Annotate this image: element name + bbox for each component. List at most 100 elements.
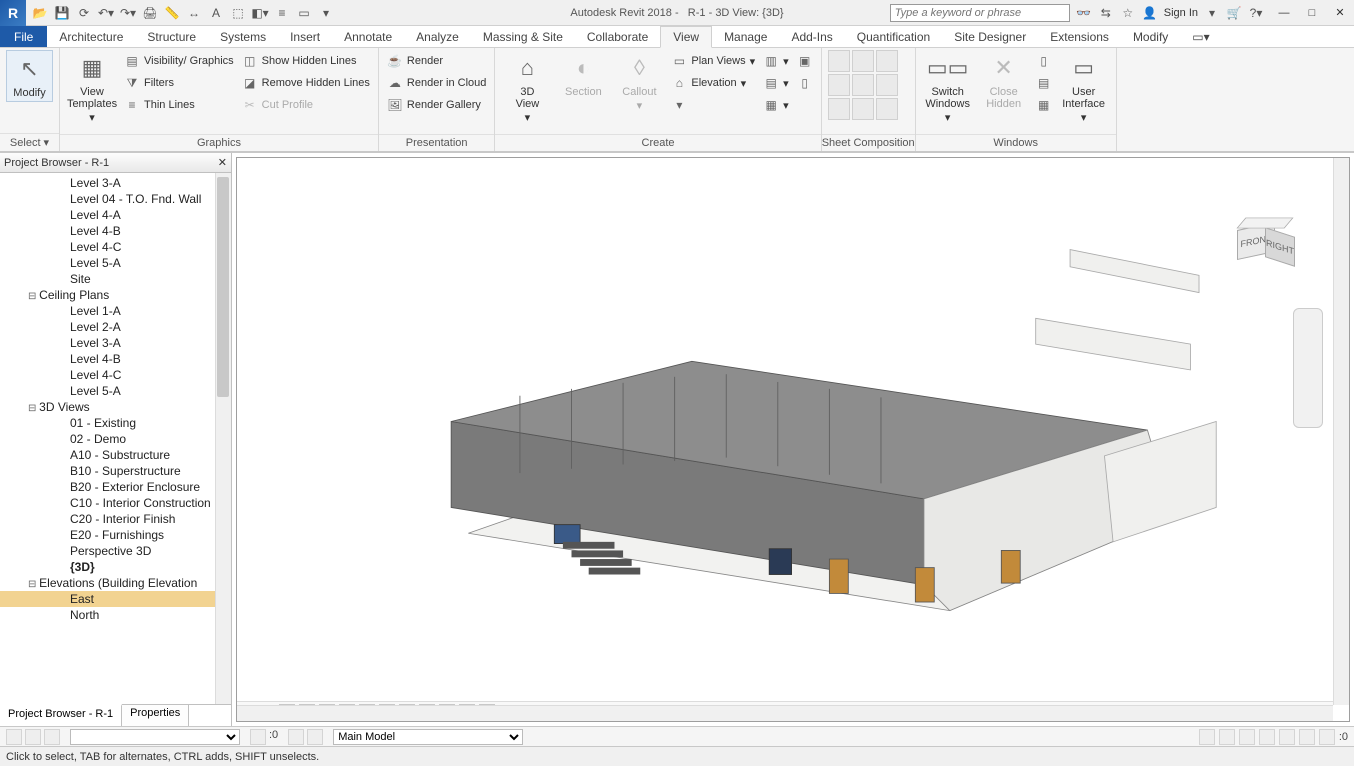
select-face-icon[interactable] bbox=[1259, 729, 1275, 745]
tree-item[interactable]: C10 - Interior Construction bbox=[0, 495, 231, 511]
view-templates-button[interactable]: ▦ View Templates▾ bbox=[66, 50, 118, 126]
sync-icon[interactable]: ⟳ bbox=[76, 5, 92, 21]
tab-file[interactable]: File bbox=[0, 26, 47, 47]
tree-item[interactable]: Level 5-A bbox=[0, 383, 231, 399]
tab-view[interactable]: View bbox=[660, 26, 712, 48]
model-groups-icon[interactable] bbox=[288, 729, 304, 745]
search-input[interactable] bbox=[890, 4, 1070, 22]
canvas-scrollbar-horizontal[interactable] bbox=[237, 705, 1333, 721]
tree-scrollbar[interactable] bbox=[215, 173, 231, 704]
select-pinned-icon[interactable] bbox=[1239, 729, 1255, 745]
visibility-graphics-button[interactable]: ▤Visibility/ Graphics bbox=[122, 50, 236, 72]
tab-collaborate[interactable]: Collaborate bbox=[575, 26, 660, 47]
tree-item[interactable]: {3D} bbox=[0, 559, 231, 575]
schedules-button[interactable]: ▦▾ bbox=[761, 94, 791, 116]
panel-create-title[interactable]: Create bbox=[495, 134, 820, 151]
tab-site-designer[interactable]: Site Designer bbox=[942, 26, 1038, 47]
sheet-b-icon[interactable] bbox=[852, 98, 874, 120]
select-links-icon[interactable] bbox=[1199, 729, 1215, 745]
tile-button[interactable]: ▦ bbox=[1034, 94, 1054, 116]
panel-graphics-title[interactable]: Graphics bbox=[60, 134, 378, 151]
close-button[interactable]: ✕ bbox=[1326, 1, 1354, 25]
tab-insert[interactable]: Insert bbox=[278, 26, 332, 47]
thin-lines-icon[interactable]: ≡ bbox=[274, 5, 290, 21]
navigation-bar[interactable] bbox=[1293, 308, 1323, 428]
tab-analyze[interactable]: Analyze bbox=[404, 26, 471, 47]
viewcube-top[interactable] bbox=[1236, 218, 1293, 229]
filters-button[interactable]: ⧩Filters bbox=[122, 72, 236, 94]
help-icon[interactable]: ?▾ bbox=[1248, 5, 1264, 21]
project-browser-tree[interactable]: Level 3-ALevel 04 - T.O. Fnd. WallLevel … bbox=[0, 173, 231, 704]
favorite-icon[interactable]: ☆ bbox=[1120, 5, 1136, 21]
editing-requests-icon[interactable] bbox=[25, 729, 41, 745]
tree-item[interactable]: Level 4-B bbox=[0, 351, 231, 367]
tree-item[interactable]: North bbox=[0, 607, 231, 623]
sheet-new-icon[interactable] bbox=[828, 50, 850, 72]
tree-item[interactable]: Level 2-A bbox=[0, 319, 231, 335]
user-interface-button[interactable]: ▭User Interface▾ bbox=[1058, 50, 1110, 126]
background-processes-icon[interactable] bbox=[1299, 729, 1315, 745]
revit-logo-icon[interactable]: R bbox=[0, 0, 26, 26]
panel-sheet-title[interactable]: Sheet Composition bbox=[822, 134, 915, 151]
tab-extensions[interactable]: Extensions bbox=[1038, 26, 1121, 47]
tree-item[interactable]: 01 - Existing bbox=[0, 415, 231, 431]
sheet-rev-icon[interactable] bbox=[828, 74, 850, 96]
tree-item[interactable]: Site bbox=[0, 271, 231, 287]
tab-add-ins[interactable]: Add-Ins bbox=[779, 26, 844, 47]
tree-item[interactable]: B20 - Exterior Enclosure bbox=[0, 479, 231, 495]
switch-windows-button[interactable]: ▭▭Switch Windows▾ bbox=[922, 50, 974, 126]
3d-view-button[interactable]: ⌂3D View▾ bbox=[501, 50, 553, 126]
elevation-button[interactable]: ⌂Elevation ▾ bbox=[669, 72, 757, 94]
sheet-view-icon[interactable] bbox=[852, 50, 874, 72]
legends-button[interactable]: ▤▾ bbox=[761, 72, 791, 94]
chevron-down-icon[interactable]: ▾ bbox=[1204, 5, 1220, 21]
panel-select-title[interactable]: Select ▾ bbox=[0, 133, 59, 151]
user-icon[interactable]: 👤 bbox=[1142, 5, 1158, 21]
tab-modify[interactable]: Modify bbox=[1121, 26, 1180, 47]
tab-quantification[interactable]: Quantification bbox=[845, 26, 942, 47]
tab-manage[interactable]: Manage bbox=[712, 26, 779, 47]
3d-canvas[interactable]: FRONT RIGHT bbox=[237, 158, 1333, 705]
measure-icon[interactable]: 📏 bbox=[164, 5, 180, 21]
section-icon[interactable]: ◧▾ bbox=[252, 5, 268, 21]
undo-icon[interactable]: ↶▾ bbox=[98, 5, 114, 21]
tree-item[interactable]: Perspective 3D bbox=[0, 543, 231, 559]
view-cube[interactable]: FRONT RIGHT bbox=[1213, 208, 1293, 288]
tree-item[interactable]: C20 - Interior Finish bbox=[0, 511, 231, 527]
workset-icon[interactable] bbox=[6, 729, 22, 745]
panel-tab-properties[interactable]: Properties bbox=[122, 705, 189, 726]
tab-systems[interactable]: Systems bbox=[208, 26, 278, 47]
minimize-button[interactable]: — bbox=[1270, 1, 1298, 25]
tree-item[interactable]: Level 5-A bbox=[0, 255, 231, 271]
sign-in-link[interactable]: Sign In bbox=[1164, 7, 1198, 19]
tab-massing-site[interactable]: Massing & Site bbox=[471, 26, 575, 47]
tree-group[interactable]: Ceiling Plans bbox=[0, 287, 231, 303]
sheet-c-icon[interactable] bbox=[876, 98, 898, 120]
maximize-button[interactable]: □ bbox=[1298, 1, 1326, 25]
drag-elements-icon[interactable] bbox=[1279, 729, 1295, 745]
tree-item[interactable]: Level 1-A bbox=[0, 303, 231, 319]
tree-item[interactable]: East bbox=[0, 591, 231, 607]
replicate-button[interactable]: ▯ bbox=[1034, 50, 1054, 72]
show-hidden-lines-button[interactable]: ◫Show Hidden Lines bbox=[240, 50, 372, 72]
filter-icon2[interactable] bbox=[1319, 729, 1335, 745]
active-only-icon[interactable] bbox=[250, 729, 266, 745]
close-inactive-icon[interactable]: ▭ bbox=[296, 5, 312, 21]
open-icon[interactable]: 📂 bbox=[32, 5, 48, 21]
text-icon[interactable]: A bbox=[208, 5, 224, 21]
sheet-button[interactable]: ▯ bbox=[795, 72, 815, 94]
render-cloud-button[interactable]: ☁Render in Cloud bbox=[385, 72, 489, 94]
design-option-dropdown[interactable]: Main Model bbox=[333, 729, 523, 745]
tree-item[interactable]: A10 - Substructure bbox=[0, 447, 231, 463]
tab-context-icon[interactable]: ▭▾ bbox=[1180, 26, 1221, 47]
select-underlay-icon[interactable] bbox=[1219, 729, 1235, 745]
tree-group[interactable]: 3D Views bbox=[0, 399, 231, 415]
editable-only-icon[interactable] bbox=[307, 729, 323, 745]
tree-item[interactable]: Level 04 - T.O. Fnd. Wall bbox=[0, 191, 231, 207]
communicate-icon[interactable]: ⇆ bbox=[1098, 5, 1114, 21]
modify-button[interactable]: ↖ Modify bbox=[6, 50, 53, 102]
redo-icon[interactable]: ↷▾ bbox=[120, 5, 136, 21]
tab-architecture[interactable]: Architecture bbox=[47, 26, 135, 47]
tab-structure[interactable]: Structure bbox=[135, 26, 208, 47]
duplicate-view-button[interactable]: ▥▾ bbox=[761, 50, 791, 72]
